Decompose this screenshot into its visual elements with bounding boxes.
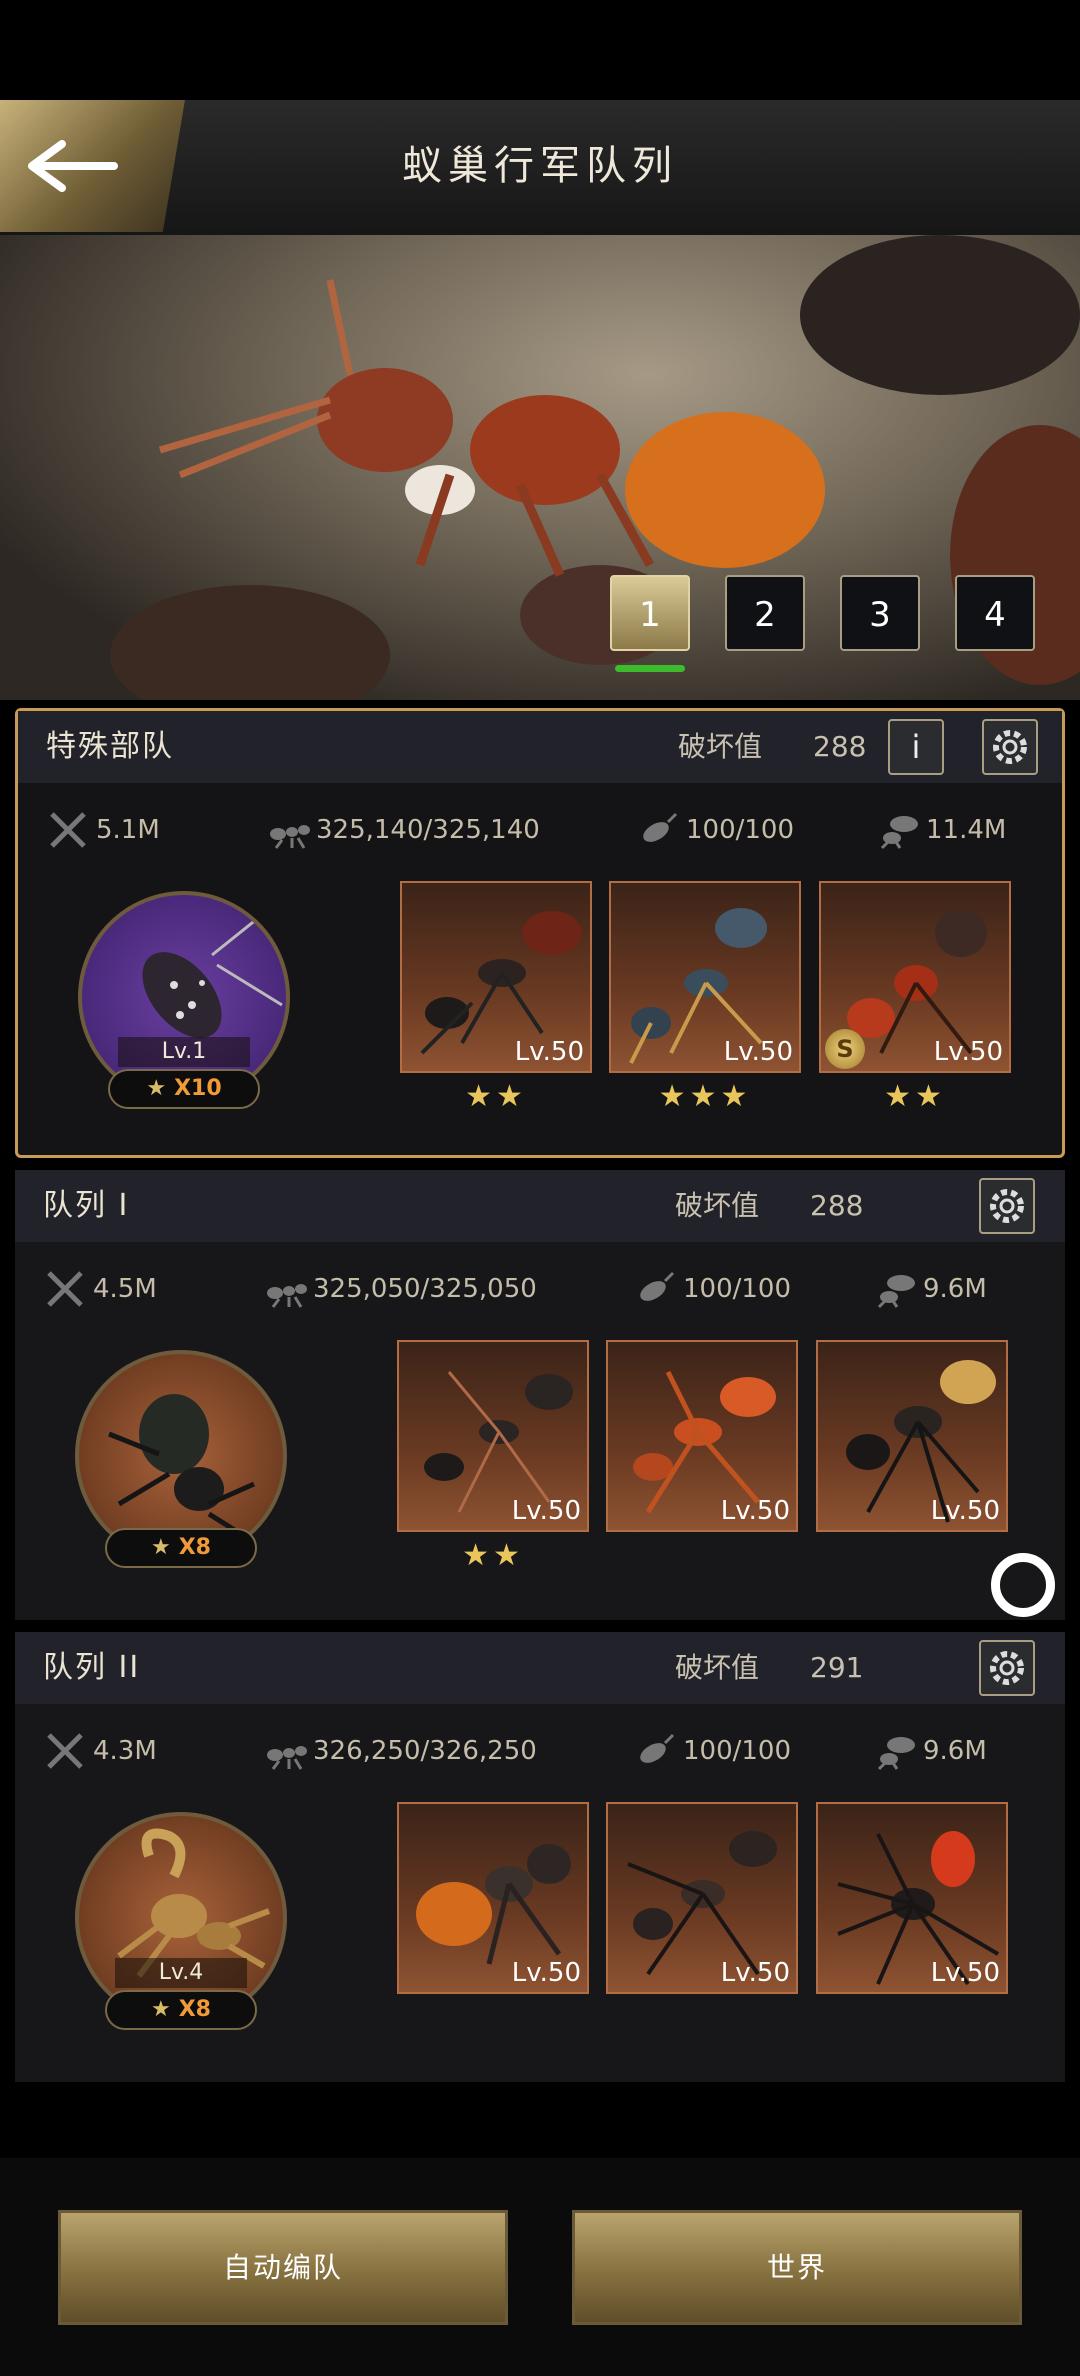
page-tab-4[interactable]: 4 [955, 575, 1035, 651]
gear-icon [990, 1651, 1024, 1685]
squad-card-special[interactable]: 特殊部队 破坏值 288 i 5.1M 325,140/325,140 100/… [15, 708, 1065, 1158]
hero-star-badge: ★ X8 [105, 1990, 257, 2030]
page-tab-2[interactable]: 2 [725, 575, 805, 651]
hero-star-count: X8 [178, 1535, 211, 1560]
auto-formation-button[interactable]: 自动编队 [58, 2210, 508, 2325]
unit-level: Lv.50 [514, 1037, 584, 1067]
unit-level: Lv.50 [933, 1037, 1003, 1067]
squad-power-label: 破坏值 [678, 730, 763, 763]
unit-level: Lv.50 [723, 1037, 793, 1067]
world-button[interactable]: 世界 [572, 2210, 1022, 2325]
unit-slot[interactable]: Lv.50 [606, 1802, 798, 1994]
ant-icon [270, 825, 310, 849]
unit-slot[interactable]: Lv.50 [397, 1340, 589, 1532]
gear-icon [993, 730, 1027, 764]
unit-level: Lv.50 [720, 1958, 790, 1988]
unit-stars: ★★★ [658, 1079, 752, 1114]
hero-slot[interactable]: Lv.1 ★ X10 [78, 891, 290, 1109]
stat-troops-value: 325,050/325,050 [313, 1274, 537, 1304]
hero-star-count: X8 [178, 1997, 211, 2022]
carry-ant-icon [877, 1275, 915, 1309]
unit-slot[interactable]: Lv.50 [606, 1340, 798, 1532]
squad-power: 288 [810, 1189, 864, 1222]
unit-slot[interactable]: Lv.50 [816, 1802, 1008, 1994]
ant-icon [267, 1746, 307, 1770]
squad-power-label: 破坏值 [675, 1651, 760, 1684]
star-icon: ★ [150, 1535, 171, 1560]
info-icon: i [911, 728, 921, 766]
hero-slot[interactable]: ★ X8 [75, 1350, 287, 1568]
squad-name: 队列 II [43, 1650, 141, 1685]
hero-star-count: X10 [174, 1076, 222, 1101]
info-button[interactable]: i [888, 719, 944, 775]
squad-power-label: 破坏值 [675, 1189, 760, 1222]
page-tab-3[interactable]: 3 [840, 575, 920, 651]
stat-troops-value: 325,140/325,140 [316, 815, 540, 845]
stat-attack-value: 4.5M [93, 1274, 157, 1304]
stat-load-value: 11.4M [926, 815, 1007, 845]
stat-morale-value: 100/100 [686, 815, 795, 845]
gear-icon [990, 1189, 1024, 1223]
hero-slot[interactable]: Lv.4 ★ X8 [75, 1812, 287, 2030]
stat-morale-value: 100/100 [683, 1274, 792, 1304]
hero-star-badge: ★ X8 [105, 1528, 257, 1568]
crossed-swords-icon [47, 1271, 83, 1307]
stat-load-value: 9.6M [923, 1736, 987, 1766]
squad-header: 队列 II 破坏值 291 [15, 1632, 1065, 1704]
beetle-icon [640, 1271, 675, 1301]
squad-header: 队列 I 破坏值 288 [15, 1170, 1065, 1242]
stat-load-value: 9.6M [923, 1274, 987, 1304]
hero-level: Lv.1 [118, 1037, 250, 1067]
hero-star-badge: ★ X10 [108, 1069, 260, 1109]
settings-button[interactable] [979, 1178, 1035, 1234]
squad-power: 291 [810, 1651, 864, 1684]
unit-slot[interactable]: S Lv.50 [819, 881, 1011, 1073]
star-icon: ★ [146, 1076, 167, 1101]
status-bar [0, 0, 1080, 100]
unit-slot[interactable]: Lv.50 [400, 881, 592, 1073]
stat-troops-value: 326,250/326,250 [313, 1736, 537, 1766]
special-badge: S [825, 1029, 865, 1069]
squad-card-2[interactable]: 队列 II 破坏值 291 4.3M 326,250/326,250 100/1… [15, 1632, 1065, 2082]
unit-level: Lv.50 [720, 1496, 790, 1526]
page-title: 蚁巢行军队列 [402, 143, 678, 189]
unit-slot[interactable]: Lv.50 [397, 1802, 589, 1994]
unit-level: Lv.50 [511, 1958, 581, 1988]
unit-stars: ★★ [465, 1079, 527, 1114]
beetle-icon [643, 812, 678, 842]
unit-slot[interactable]: Lv.50 [609, 881, 801, 1073]
carry-ant-icon [877, 1737, 915, 1771]
crossed-swords-icon [47, 1733, 83, 1769]
star-icon: ★ [150, 1997, 171, 2022]
unit-level: Lv.50 [930, 1958, 1000, 1988]
squad-card-1[interactable]: 队列 I 破坏值 288 4.5M 325,050/325,050 100/10… [15, 1170, 1065, 1620]
beetle-icon [640, 1733, 675, 1763]
unit-level: Lv.50 [511, 1496, 581, 1526]
unit-level: Lv.50 [930, 1496, 1000, 1526]
crossed-swords-icon [50, 812, 86, 848]
squad-name: 特殊部队 [46, 729, 174, 764]
carry-ant-icon [880, 816, 918, 850]
unit-slot[interactable]: Lv.50 [816, 1340, 1008, 1532]
stat-morale-value: 100/100 [683, 1736, 792, 1766]
squad-name: 队列 I [43, 1188, 130, 1223]
ant-icon [267, 1284, 307, 1308]
squad-power: 288 [813, 730, 867, 763]
hero-level: Lv.4 [115, 1958, 247, 1988]
stat-attack-value: 4.3M [93, 1736, 157, 1766]
settings-button[interactable] [979, 1640, 1035, 1696]
floating-assistive-button[interactable] [991, 1553, 1055, 1617]
settings-button[interactable] [982, 719, 1038, 775]
page-tab-1[interactable]: 1 [610, 575, 690, 651]
unit-stars: ★★ [462, 1538, 524, 1573]
page-tab-indicator [615, 665, 685, 672]
stat-attack-value: 5.1M [96, 815, 160, 845]
unit-stars: ★★ [884, 1079, 946, 1114]
squad-header: 特殊部队 破坏值 288 i [18, 711, 1062, 783]
